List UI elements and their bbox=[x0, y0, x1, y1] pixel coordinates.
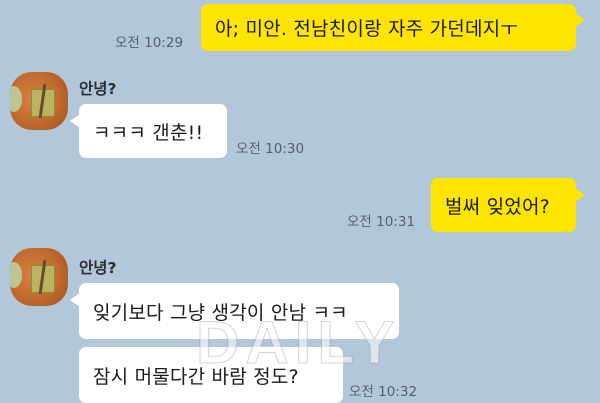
my-message-bubble[interactable]: 벌써 잊었어? bbox=[431, 178, 576, 232]
sender-name: 안녕? bbox=[79, 259, 117, 277]
profile-avatar-icon[interactable] bbox=[10, 248, 68, 306]
message-time: 오전 10:30 bbox=[236, 141, 305, 157]
message-text: 잊기보다 그냥 생각이 안남 ㅋㅋ bbox=[93, 301, 348, 324]
their-message-bubble[interactable]: 잊기보다 그냥 생각이 안남 ㅋㅋ bbox=[79, 283, 399, 339]
profile-avatar-icon[interactable] bbox=[10, 72, 68, 130]
message-time: 오전 10:29 bbox=[115, 35, 184, 51]
message-text: 잠시 머물다간 바람 정도? bbox=[93, 365, 299, 388]
bubble-tail bbox=[575, 13, 585, 27]
message-text: 벌써 잊었어? bbox=[445, 195, 550, 218]
their-message-bubble[interactable]: ㅋㅋㅋ 갠춘!! bbox=[79, 104, 227, 158]
message-time: 오전 10:32 bbox=[349, 384, 418, 400]
sender-name: 안녕? bbox=[79, 80, 117, 98]
bubble-tail bbox=[575, 188, 585, 202]
message-text: 아; 미안. 전남친이랑 자주 가던데지ㅜ bbox=[215, 18, 518, 40]
message-text: ㅋㅋㅋ 갠춘!! bbox=[93, 121, 204, 144]
their-message-bubble[interactable]: 잠시 머물다간 바람 정도? bbox=[79, 347, 343, 403]
my-message-bubble[interactable]: 아; 미안. 전남친이랑 자주 가던데지ㅜ bbox=[201, 4, 576, 51]
message-time: 오전 10:31 bbox=[347, 214, 416, 230]
